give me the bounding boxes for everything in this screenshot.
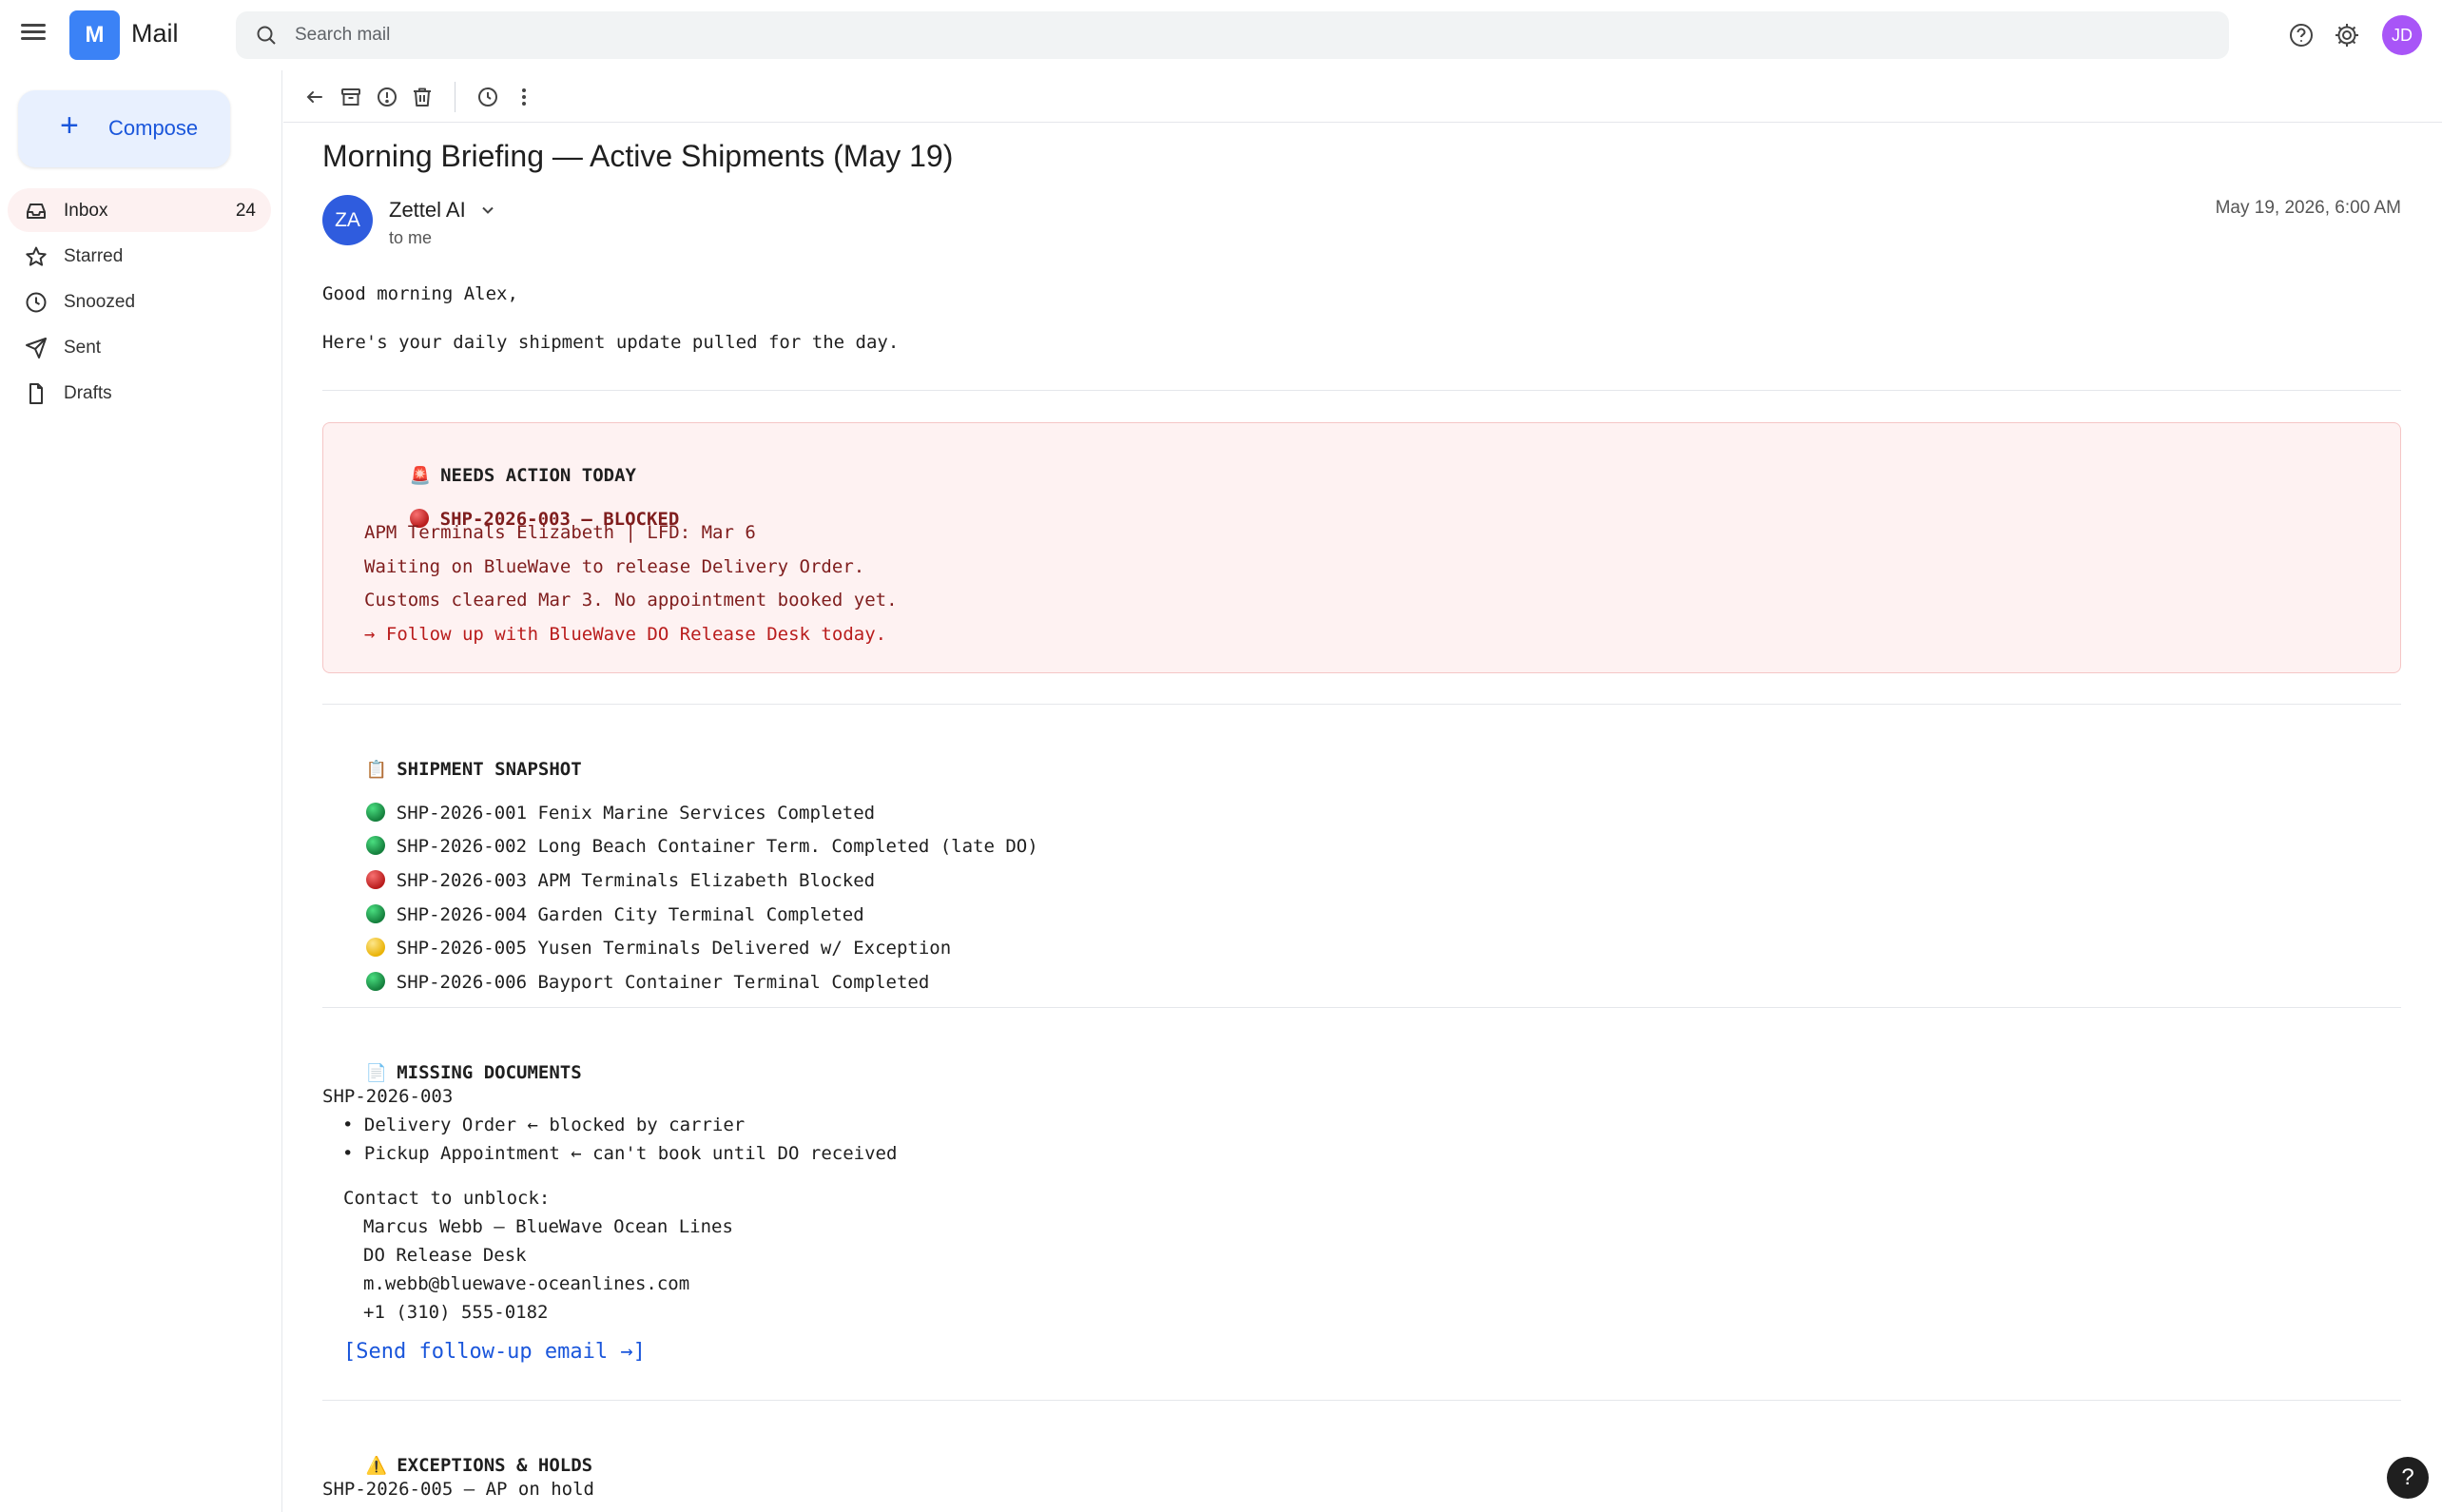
search-bar[interactable] [236, 11, 2229, 59]
more-options-icon[interactable] [512, 85, 536, 109]
clipboard-icon: 📋 [365, 760, 388, 780]
alert-detail-line: Waiting on BlueWave to release Delivery … [364, 556, 865, 577]
contact-email: m.webb@bluewave-oceanlines.com [363, 1273, 690, 1294]
missing-docs-shipment: SHP-2026-003 [322, 1086, 454, 1107]
section-divider [322, 1400, 2401, 1401]
section-divider [322, 1007, 2401, 1008]
inbox-count-badge: 24 [235, 201, 256, 221]
sidebar: + Compose Inbox 24 Starred Snoozed Sent … [0, 70, 282, 1512]
snapshot-heading-text: SHIPMENT SNAPSHOT [397, 759, 582, 780]
help-icon[interactable] [2286, 20, 2316, 50]
greeting-line: Good morning Alex, [322, 283, 518, 304]
message-toolbar [283, 70, 2442, 123]
section-divider [322, 704, 2401, 705]
top-bar: M Mail JD [0, 0, 2442, 70]
sidebar-item-label: Snoozed [64, 292, 136, 312]
warning-icon: ⚠️ [365, 1456, 388, 1476]
intro-line: Here's your daily shipment update pulled… [322, 332, 900, 353]
sidebar-item-sent[interactable]: Sent [8, 325, 271, 369]
email-date: May 19, 2026, 6:00 AM [2215, 198, 2401, 218]
report-spam-icon[interactable] [375, 85, 399, 109]
chevron-down-icon[interactable] [479, 202, 496, 219]
sidebar-item-inbox[interactable]: Inbox 24 [8, 188, 271, 232]
settings-gear-icon[interactable] [2332, 20, 2362, 50]
sidebar-item-label: Sent [64, 338, 102, 358]
back-arrow-icon[interactable] [302, 85, 327, 109]
alert-detail-line: Customs cleared Mar 3. No appointment bo… [364, 590, 898, 611]
contact-name: Marcus Webb — BlueWave Ocean Lines [363, 1216, 733, 1237]
green-status-icon [365, 972, 385, 991]
snapshot-row-text: SHP-2026-006 Bayport Container Terminal … [396, 972, 930, 993]
app-logo: M [69, 10, 120, 60]
star-icon [26, 246, 47, 266]
email-subject: Morning Briefing — Active Shipments (May… [322, 139, 954, 173]
draft-icon [29, 383, 43, 404]
sidebar-item-starred[interactable]: Starred [8, 234, 271, 278]
archive-icon[interactable] [339, 85, 363, 109]
sidebar-item-snoozed[interactable]: Snoozed [8, 280, 271, 323]
trash-icon[interactable] [410, 85, 435, 109]
compose-button[interactable]: + Compose [18, 90, 230, 167]
compose-label: Compose [108, 116, 199, 140]
help-fab-button[interactable]: ? [2387, 1457, 2429, 1499]
sidebar-item-label: Drafts [64, 383, 112, 403]
sidebar-item-label: Starred [64, 246, 124, 266]
plus-icon: + [60, 107, 79, 144]
needs-action-heading-text: NEEDS ACTION TODAY [440, 465, 636, 486]
clock-icon [26, 292, 47, 313]
exceptions-heading-text: EXCEPTIONS & HOLDS [397, 1455, 593, 1476]
contact-label: Contact to unblock: [343, 1188, 551, 1209]
send-icon [26, 338, 47, 359]
search-input[interactable] [295, 11, 2178, 59]
recipient-label: to me [389, 228, 433, 247]
inbox-icon [27, 204, 46, 219]
missing-doc-item: • Pickup Appointment ← can't book until … [342, 1143, 898, 1164]
siren-icon: 🚨 [409, 466, 432, 486]
section-divider [322, 390, 2401, 391]
alert-detail-line: APM Terminals Elizabeth | LFD: Mar 6 [364, 522, 756, 543]
contact-desk: DO Release Desk [363, 1245, 527, 1266]
needs-action-box: 🚨 NEEDS ACTION TODAY SHP-2026-003 — BLOCK… [322, 422, 2401, 673]
missing-doc-item: • Delivery Order ← blocked by carrier [342, 1115, 746, 1135]
snapshot-row: SHP-2026-006 Bayport Container Terminal … [322, 951, 929, 1014]
snooze-clock-icon[interactable] [475, 85, 500, 109]
user-avatar[interactable]: JD [2382, 15, 2422, 55]
sender-name: Zettel AI [389, 198, 466, 222]
exception-line: SHP-2026-005 — AP on hold [322, 1479, 594, 1500]
sidebar-item-label: Inbox [64, 201, 108, 221]
sidebar-item-drafts[interactable]: Drafts [8, 371, 271, 415]
app-title: Mail [131, 19, 179, 48]
document-icon: 📄 [365, 1063, 388, 1083]
message-view: Morning Briefing — Active Shipments (May… [283, 70, 2442, 1512]
main-menu-icon[interactable] [19, 21, 48, 49]
contact-phone: +1 (310) 555-0182 [363, 1302, 549, 1323]
sender-avatar: ZA [322, 195, 373, 245]
search-icon [257, 26, 276, 45]
missing-docs-heading-text: MISSING DOCUMENTS [397, 1062, 582, 1083]
alert-action-line: → Follow up with BlueWave DO Release Des… [364, 624, 887, 645]
send-follow-up-link[interactable]: [Send follow-up email →] [343, 1340, 646, 1364]
